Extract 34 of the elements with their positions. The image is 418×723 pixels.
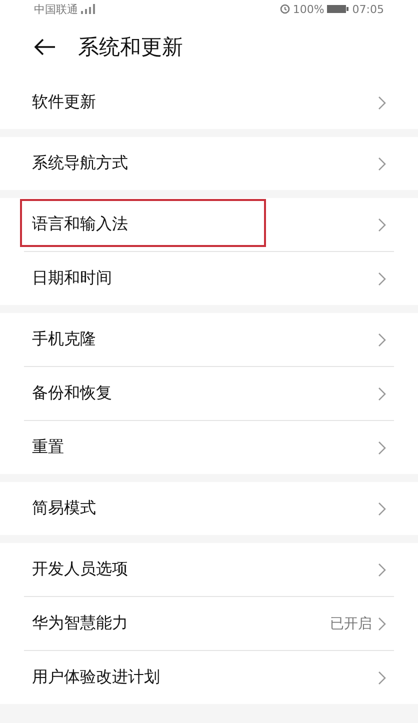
row-label: 软件更新 (32, 92, 97, 113)
row-label: 备份和恢复 (32, 383, 113, 404)
chevron-icon (378, 156, 386, 170)
chevron-icon (378, 616, 386, 630)
alarm-icon (280, 4, 290, 14)
clock-time: 07:05 (352, 2, 384, 16)
chevron-icon (378, 272, 386, 286)
row-label: 重置 (32, 437, 65, 458)
chevron-icon (378, 386, 386, 400)
row-label: 手机克隆 (32, 329, 97, 350)
row-label: 华为智慧能力 (32, 613, 129, 634)
signal-icon (81, 4, 97, 14)
chevron-icon (378, 218, 386, 232)
row-label: 语言和输入法 (32, 214, 129, 235)
settings-row[interactable]: 用户体验改进计划 (24, 651, 394, 704)
settings-row[interactable]: 日期和时间 (24, 252, 394, 305)
page-title: 系统和更新 (78, 34, 183, 61)
carrier-name: 中国联通 (34, 2, 78, 16)
chevron-icon (378, 502, 386, 516)
row-label: 开发人员选项 (32, 559, 129, 580)
row-label: 用户体验改进计划 (32, 667, 161, 688)
settings-row[interactable]: 重置 (24, 421, 394, 474)
chevron-icon (378, 440, 386, 454)
row-label: 日期和时间 (32, 268, 113, 289)
row-label: 简易模式 (32, 498, 97, 519)
row-value: 已开启 (330, 614, 372, 632)
battery-icon (327, 4, 350, 14)
back-button[interactable] (34, 38, 56, 56)
chevron-icon (378, 96, 386, 110)
chevron-icon (378, 562, 386, 576)
row-label: 系统导航方式 (32, 153, 129, 174)
chevron-icon (378, 670, 386, 684)
chevron-icon (378, 332, 386, 346)
battery-percent: 100% (292, 2, 324, 16)
